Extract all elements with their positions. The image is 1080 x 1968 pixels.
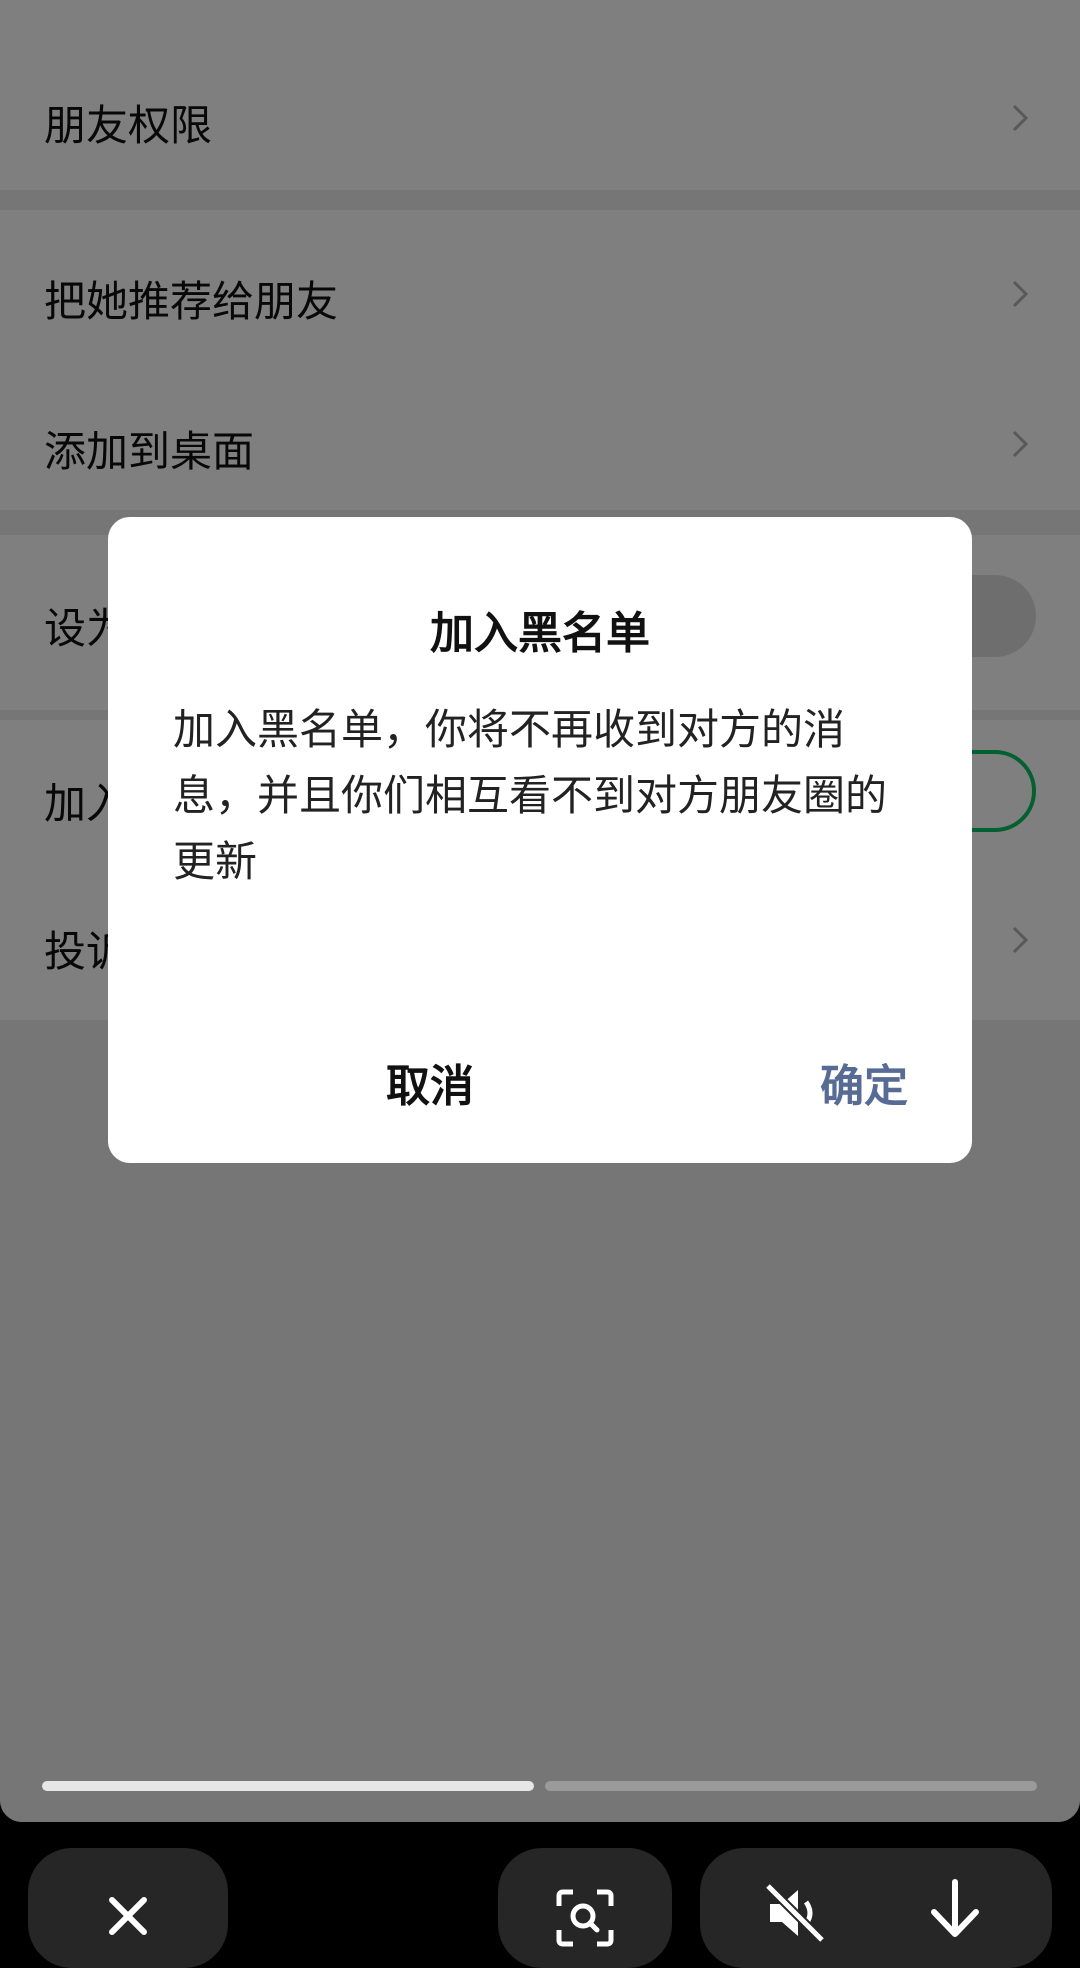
dialog-message: 加入黑名单，你将不再收到对方的消息，并且你们相互看不到对方朋友圈的更新 — [173, 705, 888, 886]
media-controls — [700, 1848, 1052, 1968]
progress-segment-1 — [42, 1781, 534, 1791]
cancel-button[interactable]: 取消 — [280, 1047, 580, 1127]
confirm-button[interactable]: 确定 — [714, 1047, 1014, 1127]
mute-button[interactable] — [760, 1878, 830, 1948]
scan-icon — [556, 1889, 614, 1947]
mute-icon — [764, 1882, 826, 1944]
blacklist-dialog: 加入黑名单 加入黑名单，你将不再收到对方的消息，并且你们相互看不到对方朋友圈的更… — [108, 517, 972, 1163]
progress-segment-2 — [545, 1781, 1037, 1791]
close-button[interactable] — [28, 1848, 228, 1968]
close-icon — [109, 1897, 147, 1935]
screen: 朋友权限 把她推荐给朋友 添加到桌面 设为 加入 — [0, 0, 1080, 1822]
scan-button[interactable] — [498, 1848, 672, 1968]
dialog-title: 加入黑名单 — [430, 608, 650, 659]
